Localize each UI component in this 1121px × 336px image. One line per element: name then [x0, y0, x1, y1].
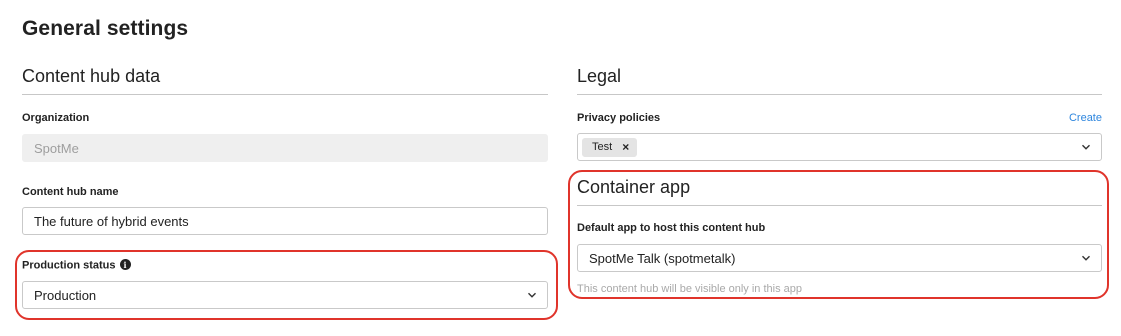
hub-name-label: Content hub name — [22, 186, 119, 198]
page-title: General settings — [22, 17, 189, 40]
hub-name-input[interactable]: The future of hybrid events — [22, 207, 548, 235]
chevron-down-icon — [1081, 142, 1091, 152]
privacy-tag: Test × — [582, 137, 638, 157]
privacy-tag-label: Test — [592, 141, 613, 153]
organization-field: SpotMe — [22, 134, 548, 162]
container-app-highlight — [568, 170, 1109, 299]
production-status-highlight — [15, 250, 558, 320]
organization-value: SpotMe — [34, 140, 79, 156]
privacy-policies-label: Privacy policies — [577, 112, 661, 124]
create-privacy-link[interactable]: Create — [1069, 112, 1102, 124]
content-hub-data-heading: Content hub data — [22, 66, 161, 86]
legal-heading: Legal — [577, 66, 622, 86]
legal-divider — [577, 94, 1102, 95]
tag-remove-icon[interactable]: × — [622, 141, 629, 153]
organization-label: Organization — [22, 112, 90, 124]
privacy-policies-select[interactable]: Test × — [577, 133, 1102, 161]
hub-name-value: The future of hybrid events — [34, 213, 189, 229]
content-hub-data-divider — [22, 94, 548, 95]
